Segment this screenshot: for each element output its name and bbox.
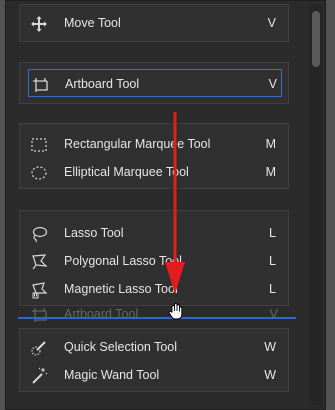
scrollbar[interactable] — [309, 5, 323, 405]
drag-direction-arrow-icon — [165, 112, 185, 294]
tool-label: Move Tool — [64, 16, 121, 30]
shortcut-key: M — [265, 165, 276, 179]
magic-wand-icon — [30, 367, 48, 385]
rectangular-marquee-icon — [30, 136, 48, 154]
scrollbar-thumb[interactable] — [312, 11, 320, 67]
tool-row-elliptical-marquee[interactable]: Elliptical Marquee Tool M — [20, 158, 288, 186]
shortcut-key: L — [269, 226, 276, 240]
tool-row-rectangular-marquee[interactable]: Rectangular Marquee Tool M — [20, 130, 288, 158]
tool-label: Lasso Tool — [64, 226, 124, 240]
drop-indicator-line — [18, 317, 296, 319]
shortcut-key: M — [265, 137, 276, 151]
shortcut-key: V — [268, 77, 277, 91]
shortcut-key: L — [269, 282, 276, 296]
tool-group-marquee[interactable]: Rectangular Marquee Tool M Elliptical Ma… — [19, 123, 289, 189]
tool-label: Magic Wand Tool — [64, 368, 160, 382]
hand-cursor-icon — [168, 303, 183, 320]
tool-row-artboard[interactable]: Artboard Tool V — [28, 69, 282, 97]
shortcut-key: V — [267, 16, 276, 30]
tool-row-lasso[interactable]: Lasso Tool L — [20, 219, 288, 247]
tool-group-lasso[interactable]: Lasso Tool L Polygonal Lasso Tool L Magn… — [19, 210, 289, 306]
tool-row-polygonal-lasso[interactable]: Polygonal Lasso Tool L — [20, 247, 288, 275]
shortcut-key: W — [264, 340, 276, 354]
tool-group-move[interactable]: Move Tool V — [19, 4, 289, 42]
dragged-tool-ghost[interactable]: Artboard Tool V — [20, 300, 290, 328]
move-icon — [30, 15, 48, 33]
tool-label: Quick Selection Tool — [64, 340, 178, 354]
tool-row-magnetic-lasso[interactable]: Magnetic Lasso Tool L — [20, 275, 288, 303]
tool-label: Artboard Tool — [65, 77, 140, 91]
shortcut-key: L — [269, 254, 276, 268]
elliptical-marquee-icon — [30, 164, 48, 182]
tool-group-artboard[interactable]: Artboard Tool V — [19, 62, 289, 104]
shortcut-key: W — [264, 368, 276, 382]
polygonal-lasso-icon — [30, 253, 48, 271]
tool-row-move[interactable]: Move Tool V — [20, 9, 288, 37]
tool-row-magic-wand[interactable]: Magic Wand Tool W — [20, 361, 288, 389]
tool-row-quick-selection[interactable]: Quick Selection Tool W — [20, 333, 288, 361]
lasso-icon — [30, 225, 48, 243]
artboard-icon — [31, 76, 49, 94]
artboard-icon — [30, 306, 48, 324]
magnetic-lasso-icon — [30, 281, 48, 299]
quick-selection-icon — [30, 339, 48, 357]
tool-group-quick-selection[interactable]: Quick Selection Tool W Magic Wand Tool W — [19, 328, 289, 392]
